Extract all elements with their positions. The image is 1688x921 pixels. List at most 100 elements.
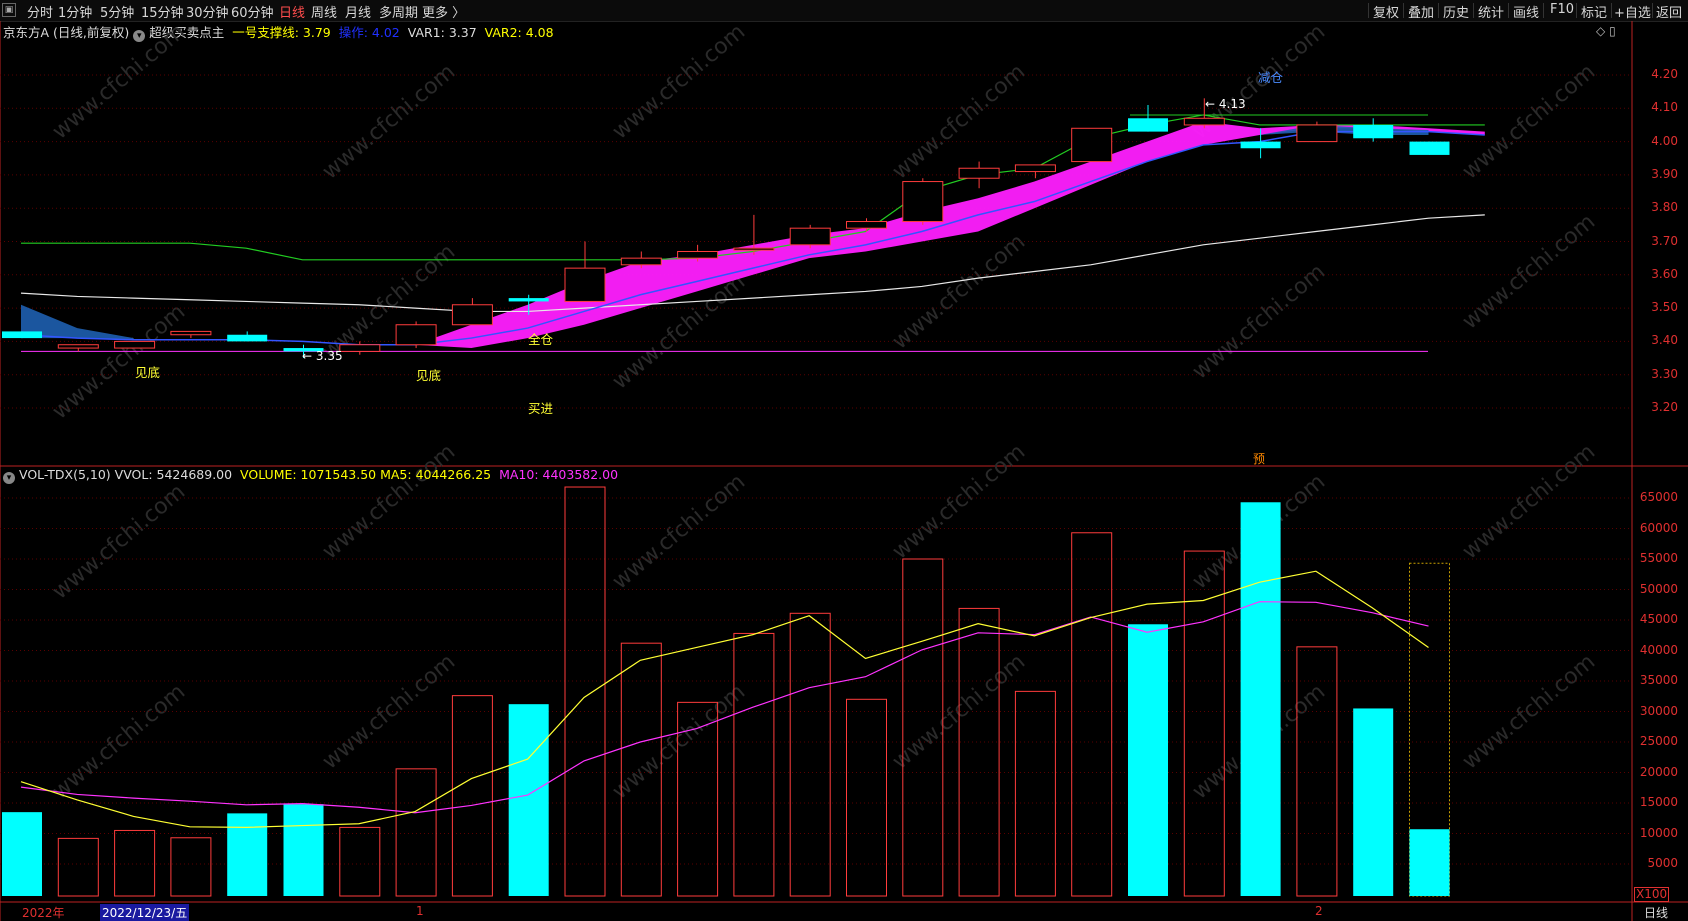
volume-tick-label: 35000 (1639, 673, 1678, 687)
cursor-date-label: 2022/12/23/五 (100, 904, 190, 921)
signal-bottom-2: 见底 (416, 368, 442, 383)
candle-body (902, 181, 944, 223)
volume-bar (846, 698, 887, 897)
period-label: 日线 (1644, 906, 1669, 920)
signal-bottom-1: 见底 (135, 365, 161, 380)
price-tick-label: 3.60 (1651, 266, 1678, 281)
volume-bar (1128, 624, 1168, 896)
candle-body (1183, 117, 1225, 126)
vol-indicator-name[interactable]: VOL-TDX(5,10) (19, 467, 111, 482)
candle-body (57, 344, 99, 349)
candle-body (1014, 164, 1056, 173)
price-tick-label: 3.40 (1651, 333, 1678, 348)
volume-bar (1353, 708, 1394, 896)
watermark-text: www.cfchi.com (1188, 259, 1330, 384)
price-tick-label: 3.50 (1651, 300, 1678, 315)
ma5-value: MA5: 4044266.25 (380, 467, 492, 482)
month-label-2: 2 (1315, 904, 1323, 918)
year-label: 2022年 (22, 906, 65, 920)
candle-body (1128, 118, 1168, 132)
price-tick-label: 3.80 (1651, 200, 1678, 215)
candle-body (846, 221, 887, 229)
watermark-text: www.cfchi.com (888, 439, 1030, 564)
candle-body (227, 334, 268, 342)
price-tick-label: 4.20 (1651, 67, 1678, 81)
candle-body (339, 344, 381, 352)
vvol-value: VVOL: 5424689.00 (114, 467, 233, 482)
volume-bar (283, 804, 324, 896)
watermark-text: www.cfchi.com (888, 229, 1030, 354)
volume-tick-label: 60000 (1639, 520, 1678, 535)
volume-bar (395, 768, 437, 897)
volume-bar (1071, 532, 1113, 897)
watermark-text: www.cfchi.com (608, 469, 750, 594)
price-tick-label: 3.70 (1651, 233, 1678, 248)
candle-body (1353, 124, 1394, 139)
price-tick-label: 3.90 (1651, 166, 1678, 181)
volume-tick-label: 45000 (1639, 612, 1678, 626)
price-tick-label: 4.00 (1651, 133, 1678, 148)
volume-tick-label: 65000 (1639, 490, 1678, 504)
candle-body (564, 267, 606, 302)
volume-bar (1409, 829, 1450, 896)
volume-bar (733, 632, 775, 897)
volume-bar (2, 812, 42, 896)
volume-tick-label: 25000 (1639, 734, 1678, 748)
volume-bar (170, 837, 212, 897)
ma10-value: MA10: 4403582.00 (499, 467, 619, 482)
candle-body (451, 304, 493, 326)
price-chart[interactable]: www.cfchi.com www.cfchi.com www.cfchi.com w… (0, 0, 1688, 921)
candle-body (620, 257, 662, 266)
volume-toggle-icon[interactable]: ▾ (3, 472, 15, 484)
candle-body (508, 298, 549, 302)
watermark-text: www.cfchi.com (608, 19, 750, 144)
price-tick-label: 3.20 (1651, 400, 1678, 414)
watermark-text: www.cfchi.com (318, 439, 460, 564)
volume-tick-label: 5000 (1647, 856, 1678, 870)
watermark-text: www.cfchi.com (1458, 649, 1600, 774)
volume-bar (339, 826, 381, 897)
unit-label: X100 (1634, 887, 1670, 902)
candle-body (677, 250, 719, 259)
candle-body (2, 331, 42, 339)
watermark-text: www.cfchi.com (318, 59, 460, 184)
month-label-1: 1 (416, 904, 424, 918)
volume-tick-label: 50000 (1639, 581, 1678, 596)
candle-body (733, 247, 775, 251)
volume-bar (1183, 550, 1225, 897)
low-price-marker: ← 3.35 (302, 349, 343, 363)
volume-tick-label: 40000 (1639, 642, 1678, 657)
forecast-marker: 预 (1253, 452, 1266, 466)
volume-bar (451, 695, 493, 897)
volume-tick-label: 15000 (1639, 795, 1678, 809)
volume-tick-label: 10000 (1639, 825, 1678, 840)
volume-bar (1014, 690, 1056, 897)
volume-bar (57, 837, 99, 897)
volume-bar (227, 813, 268, 896)
signal-reduce: 减仓 (1258, 70, 1284, 85)
volume-bar (789, 612, 831, 897)
volume-bar (114, 829, 156, 897)
watermark-text: www.cfchi.com (1458, 209, 1600, 334)
high-price-marker: ← 4.13 (1205, 97, 1246, 111)
watermark-text: www.cfchi.com (888, 59, 1030, 184)
candle-body (114, 340, 156, 349)
watermark-text: www.cfchi.com (48, 299, 190, 424)
volume-bar (958, 607, 1000, 897)
volume-tick-label: 55000 (1639, 551, 1678, 565)
candle-body (1071, 127, 1113, 163)
candle-body (395, 324, 437, 346)
watermark-text: www.cfchi.com (1458, 59, 1600, 184)
candle-body (1240, 141, 1281, 149)
volume-info-line: ▾ VOL-TDX(5,10) VVOL: 5424689.00 VOLUME:… (3, 467, 618, 484)
candle-body (789, 227, 831, 246)
candle-body (170, 330, 212, 336)
signal-buy: 买进 (528, 401, 554, 416)
volume-bar (1240, 502, 1281, 896)
watermark-text: www.cfchi.com (48, 19, 190, 144)
volume-value: VOLUME: 1071543.50 (240, 467, 377, 482)
volume-tick-label: 30000 (1639, 703, 1678, 718)
volume-bar (564, 486, 606, 897)
candle-body (958, 167, 1000, 179)
volume-bar (508, 704, 549, 896)
